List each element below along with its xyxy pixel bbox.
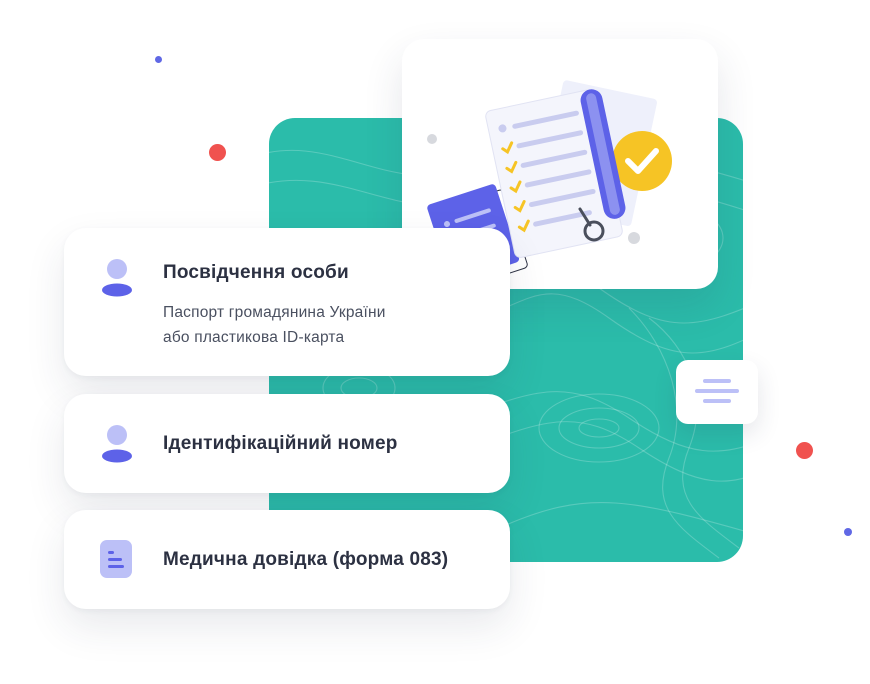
document-card-id[interactable]: Посвідчення особи Паспорт громадянина Ук… — [64, 228, 510, 376]
blue-dot — [155, 56, 162, 63]
card-title: Ідентифікаційний номер — [163, 433, 398, 454]
blue-dot — [844, 528, 852, 536]
red-dot — [796, 442, 813, 459]
mini-text-card — [676, 360, 758, 424]
document-card-tax-number[interactable]: Ідентифікаційний номер — [64, 394, 510, 493]
card-title: Медична довідка (форма 083) — [163, 549, 449, 570]
document-card-medical[interactable]: Медична довідка (форма 083) — [64, 510, 510, 609]
text-lines-icon — [695, 379, 739, 403]
card-description-line2: або пластикова ID-карта — [163, 329, 345, 346]
card-title: Посвідчення особи — [163, 262, 349, 283]
card-description-line1: Паспорт громадянина України — [163, 304, 386, 321]
person-icon — [102, 259, 132, 297]
red-dot — [209, 144, 226, 161]
document-icon — [100, 540, 132, 578]
person-icon — [102, 425, 132, 463]
